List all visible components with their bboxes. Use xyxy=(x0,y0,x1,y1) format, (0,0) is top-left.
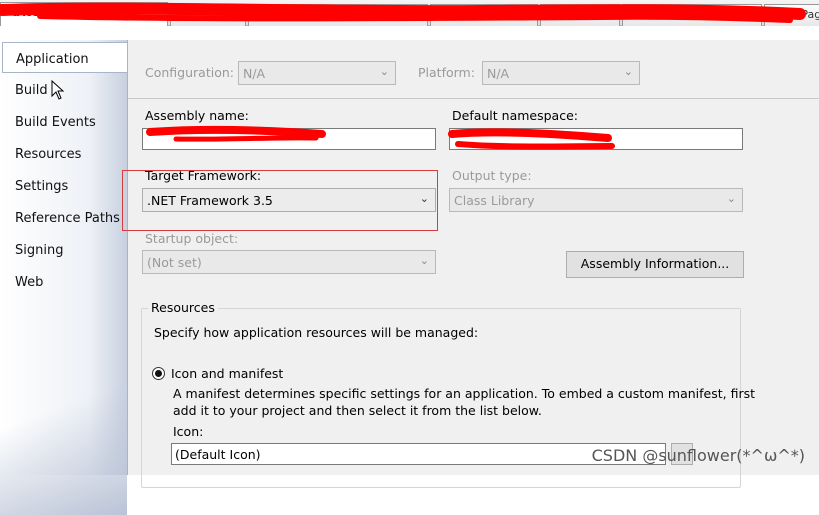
mouse-cursor-icon xyxy=(51,80,65,100)
configuration-combo: N/A ⌄ xyxy=(238,61,396,85)
separator xyxy=(128,98,819,99)
sidebar-item-application[interactable]: Application xyxy=(2,42,128,73)
watermark: CSDN @sunflower(*^ω^*) xyxy=(591,446,805,465)
icon-label: Icon: xyxy=(173,424,204,439)
sidebar-item-resources[interactable]: Resources xyxy=(2,138,125,169)
target-framework-combo[interactable]: .NET Framework 3.5 ⌄ xyxy=(142,188,436,212)
target-framework-value: .NET Framework 3.5 xyxy=(147,193,273,208)
output-type-value: Class Library xyxy=(454,193,535,208)
startup-object-combo: (Not set) ⌄ xyxy=(142,250,436,274)
manifest-description-line2: add it to your project and then select i… xyxy=(173,403,542,418)
sidebar-item-reference-paths[interactable]: Reference Paths xyxy=(2,202,125,233)
doc-tab-7[interactable]: Start Page xyxy=(764,4,819,26)
doc-tab-6[interactable]: Actions [Design] xyxy=(622,4,762,26)
output-type-label: Output type: xyxy=(452,168,532,183)
chevron-down-icon: ⌄ xyxy=(623,65,633,78)
chevron-down-icon: ⌄ xyxy=(379,65,389,78)
chevron-down-icon: ⌄ xyxy=(419,254,429,267)
sidebar-gradient xyxy=(0,340,127,515)
doc-tab-2[interactable]: Webconfig xyxy=(170,4,246,26)
startup-object-value: (Not set) xyxy=(147,255,202,270)
application-page: Configuration: N/A ⌄ Platform: N/A ⌄ Ass… xyxy=(122,40,819,488)
red-scribble-redaction xyxy=(146,125,326,142)
configuration-label: Configuration: xyxy=(145,65,234,80)
doc-tab-4[interactable] xyxy=(430,4,538,26)
sidebar-item-web[interactable]: Web xyxy=(2,266,125,297)
startup-object-label: Startup object: xyxy=(145,231,239,246)
assembly-name-label: Assembly name: xyxy=(145,108,249,123)
red-scribble-redaction xyxy=(448,128,615,150)
doc-tab-1[interactable]: -tAccountWebService xyxy=(0,2,168,26)
doc-tab-5[interactable] xyxy=(540,4,620,26)
icon-and-manifest-label: Icon and manifest xyxy=(171,366,284,381)
platform-value: N/A xyxy=(487,66,510,81)
icon-and-manifest-radio[interactable] xyxy=(152,367,165,380)
platform-combo: N/A ⌄ xyxy=(482,61,640,85)
configuration-value: N/A xyxy=(243,66,266,81)
platform-label: Platform: xyxy=(418,65,475,80)
resources-description: Specify how application resources will b… xyxy=(154,325,479,340)
doc-tab-3[interactable]: SmartKey.WebService xyxy=(248,4,428,26)
sidebar-item-build-events[interactable]: Build Events xyxy=(2,106,125,137)
document-tab-strip: -tAccountWebService Webconfig SmartKey.W… xyxy=(0,0,819,26)
default-namespace-label: Default namespace: xyxy=(452,108,578,123)
chevron-down-icon: ⌄ xyxy=(726,192,736,205)
resources-group-title: Resources xyxy=(148,300,218,315)
output-type-combo: Class Library ⌄ xyxy=(449,188,743,212)
assembly-information-button[interactable]: Assembly Information... xyxy=(566,251,744,278)
sidebar-item-settings[interactable]: Settings xyxy=(2,170,125,201)
target-framework-label: Target Framework: xyxy=(145,168,262,183)
sidebar-item-signing[interactable]: Signing xyxy=(2,234,125,265)
chevron-down-icon: ⌄ xyxy=(419,192,429,205)
property-page-sidebar: Application Build Build Events Resources… xyxy=(0,40,128,515)
manifest-description-line1: A manifest determines specific settings … xyxy=(173,386,756,401)
